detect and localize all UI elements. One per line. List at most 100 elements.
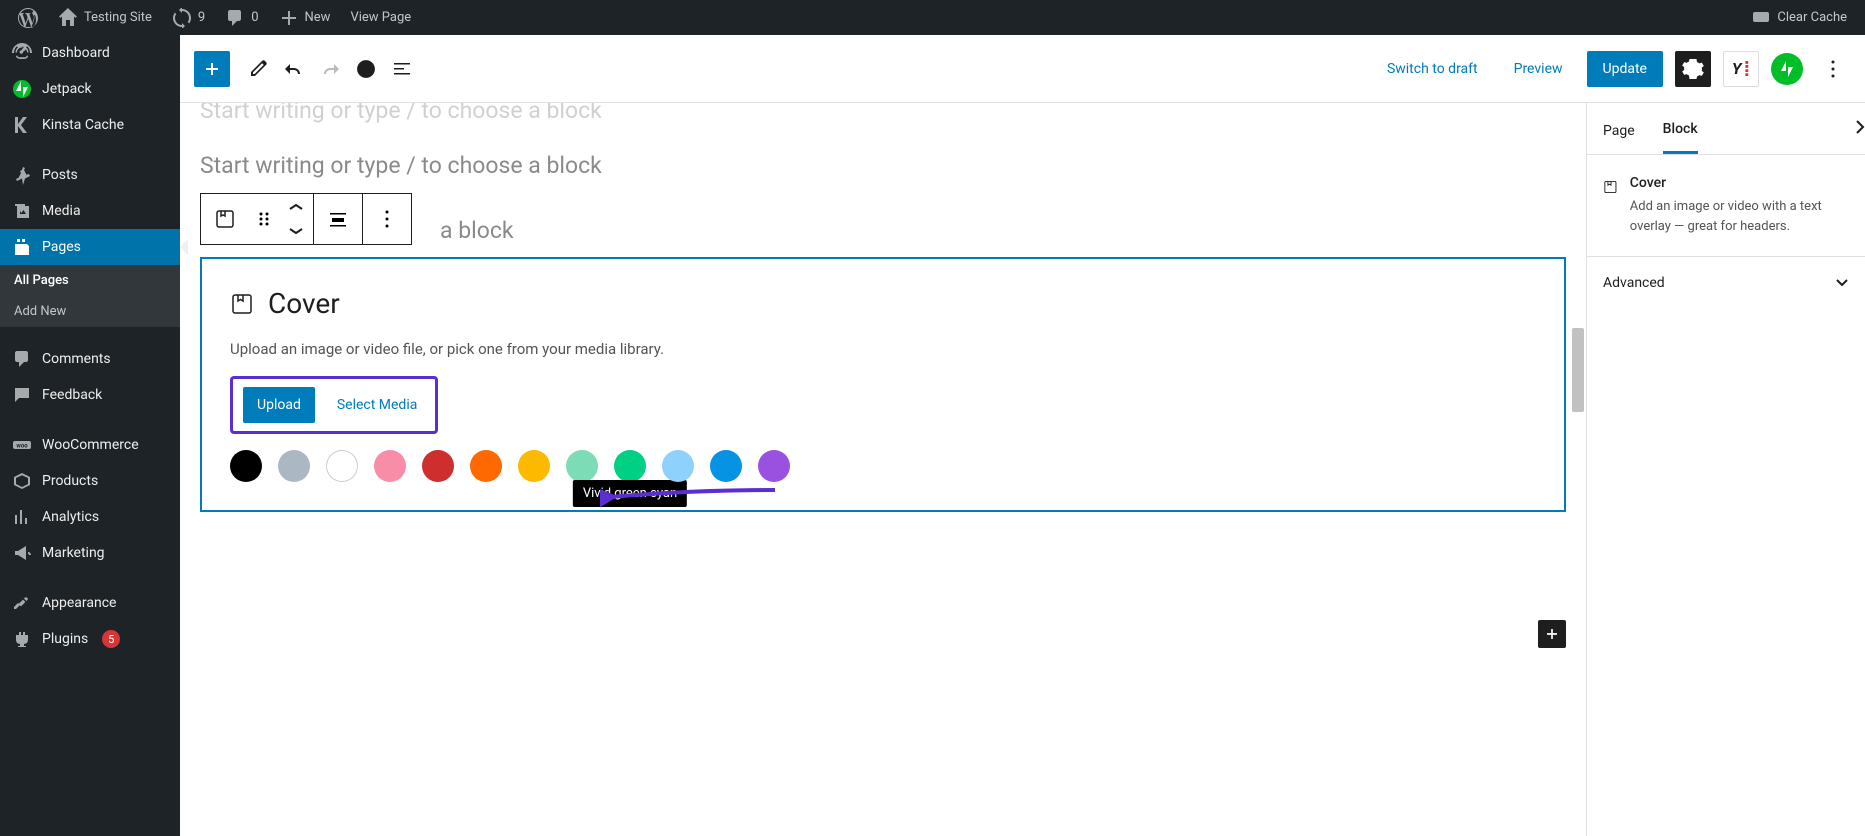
append-block-button[interactable] — [1538, 620, 1566, 648]
canvas: Start writing or type / to choose a bloc… — [180, 103, 1586, 836]
swatch-light-green-cyan[interactable] — [566, 450, 598, 482]
products-icon — [12, 471, 32, 491]
block-toolbar — [200, 193, 412, 245]
submenu-all-pages[interactable]: All Pages — [0, 265, 180, 296]
block-placeholder[interactable]: Start writing or type / to choose a bloc… — [200, 138, 1566, 193]
toolbar-movers[interactable] — [279, 194, 313, 244]
chevron-right-icon[interactable] — [1855, 119, 1865, 135]
scrollbar[interactable] — [1571, 103, 1585, 836]
clear-cache[interactable]: Clear Cache — [1741, 0, 1857, 35]
comments[interactable]: 0 — [215, 0, 268, 35]
menu-dashboard[interactable]: Dashboard — [0, 35, 180, 71]
kinsta-icon — [12, 115, 32, 135]
swatch-pale-pink[interactable] — [374, 450, 406, 482]
menu-woocommerce[interactable]: woo WooCommerce — [0, 427, 180, 463]
plugins-badge: 5 — [102, 630, 120, 648]
menu-pages[interactable]: Pages — [0, 229, 180, 265]
tab-block[interactable]: Block — [1663, 103, 1698, 154]
cover-block[interactable]: Cover Upload an image or video file, or … — [200, 257, 1566, 512]
swatch-vivid-purple[interactable] — [758, 450, 790, 482]
jetpack-icon — [1777, 59, 1797, 79]
swatch-vivid-cyan-blue[interactable] — [710, 450, 742, 482]
settings-button[interactable] — [1675, 51, 1711, 87]
redo-button[interactable] — [312, 51, 348, 87]
swatch-white[interactable] — [326, 450, 358, 482]
view-page[interactable]: View Page — [340, 0, 421, 35]
select-media-button[interactable]: Select Media — [329, 387, 426, 423]
menu-analytics[interactable]: Analytics — [0, 499, 180, 535]
wordpress-logo[interactable] — [8, 0, 48, 35]
cover-icon — [213, 207, 237, 231]
sidebar-block-title: Cover — [1630, 175, 1849, 191]
preview-button[interactable]: Preview — [1502, 53, 1575, 85]
yoast-button[interactable]: Y⁞ — [1723, 51, 1759, 87]
plus-icon — [200, 57, 224, 81]
update-button[interactable]: Update — [1587, 51, 1663, 87]
swatch-luminous-vivid-orange[interactable] — [470, 450, 502, 482]
menu-appearance[interactable]: Appearance — [0, 585, 180, 621]
cover-icon — [230, 292, 254, 316]
undo-button[interactable] — [276, 51, 312, 87]
media-buttons-group: Upload Select Media — [230, 376, 438, 434]
swatch-pale-cyan-blue[interactable] — [662, 450, 694, 482]
toolbar-drag-handle[interactable] — [249, 194, 279, 244]
info-button[interactable] — [348, 51, 384, 87]
new-content[interactable]: New — [269, 0, 341, 35]
swatch-vivid-red[interactable] — [422, 450, 454, 482]
sidebar-block-description: Add an image or video with a text overla… — [1630, 197, 1849, 236]
menu-kinsta[interactable]: Kinsta Cache — [0, 107, 180, 143]
menu-media[interactable]: Media — [0, 193, 180, 229]
woo-icon: woo — [12, 435, 32, 455]
wordpress-icon — [18, 8, 38, 28]
view-page-label: View Page — [350, 10, 411, 25]
switch-draft-button[interactable]: Switch to draft — [1375, 53, 1490, 85]
swatch-cyan-bluish-gray[interactable] — [278, 450, 310, 482]
menu-products[interactable]: Products — [0, 463, 180, 499]
updates-count: 9 — [198, 10, 205, 25]
menu-marketing[interactable]: Marketing — [0, 535, 180, 571]
menu-analytics-label: Analytics — [42, 509, 99, 525]
menu-kinsta-label: Kinsta Cache — [42, 117, 124, 133]
add-block-button[interactable] — [194, 51, 230, 87]
plugins-icon — [12, 629, 32, 649]
redo-icon — [318, 57, 342, 81]
svg-text:woo: woo — [16, 443, 28, 450]
swatch-black[interactable] — [230, 450, 262, 482]
site-name-label: Testing Site — [84, 10, 152, 25]
advanced-panel-toggle[interactable]: Advanced — [1587, 257, 1865, 309]
edit-mode-button[interactable] — [240, 51, 276, 87]
cover-title: Cover — [268, 287, 340, 320]
clear-cache-label: Clear Cache — [1777, 10, 1847, 25]
menu-comments-label: Comments — [42, 351, 111, 367]
menu-jetpack[interactable]: Jetpack — [0, 71, 180, 107]
toolbar-align[interactable] — [314, 194, 362, 244]
site-name[interactable]: Testing Site — [48, 0, 162, 35]
swatch-vivid-green-cyan[interactable] — [614, 450, 646, 482]
media-icon — [12, 201, 32, 221]
editor-header: Switch to draft Preview Update Y⁞ — [180, 35, 1865, 103]
tab-page[interactable]: Page — [1603, 105, 1635, 153]
toolbar-block-type[interactable] — [201, 194, 249, 244]
more-icon — [375, 207, 399, 231]
updates[interactable]: 9 — [162, 0, 215, 35]
menu-posts[interactable]: Posts — [0, 157, 180, 193]
toolbar-more[interactable] — [363, 194, 411, 244]
block-placeholder[interactable]: Start writing or type / to choose a bloc… — [200, 103, 1566, 138]
swatch-luminous-vivid-amber[interactable] — [518, 450, 550, 482]
outline-button[interactable] — [384, 51, 420, 87]
menu-pages-label: Pages — [42, 239, 81, 255]
cover-icon — [1603, 175, 1618, 199]
menu-comments[interactable]: Comments — [0, 341, 180, 377]
menu-feedback[interactable]: Feedback — [0, 377, 180, 413]
jetpack-button[interactable] — [1771, 53, 1803, 85]
upload-button[interactable]: Upload — [243, 387, 315, 423]
menu-plugins[interactable]: Plugins 5 — [0, 621, 180, 657]
more-options-button[interactable] — [1815, 51, 1851, 87]
analytics-icon — [12, 507, 32, 527]
feedback-icon — [12, 385, 32, 405]
plus-icon — [1542, 624, 1562, 644]
chevron-up-icon — [284, 195, 308, 219]
submenu-add-new[interactable]: Add New — [0, 296, 180, 327]
swatch-tooltip: Vivid green cyan — [573, 480, 687, 507]
menu-feedback-label: Feedback — [42, 387, 102, 403]
